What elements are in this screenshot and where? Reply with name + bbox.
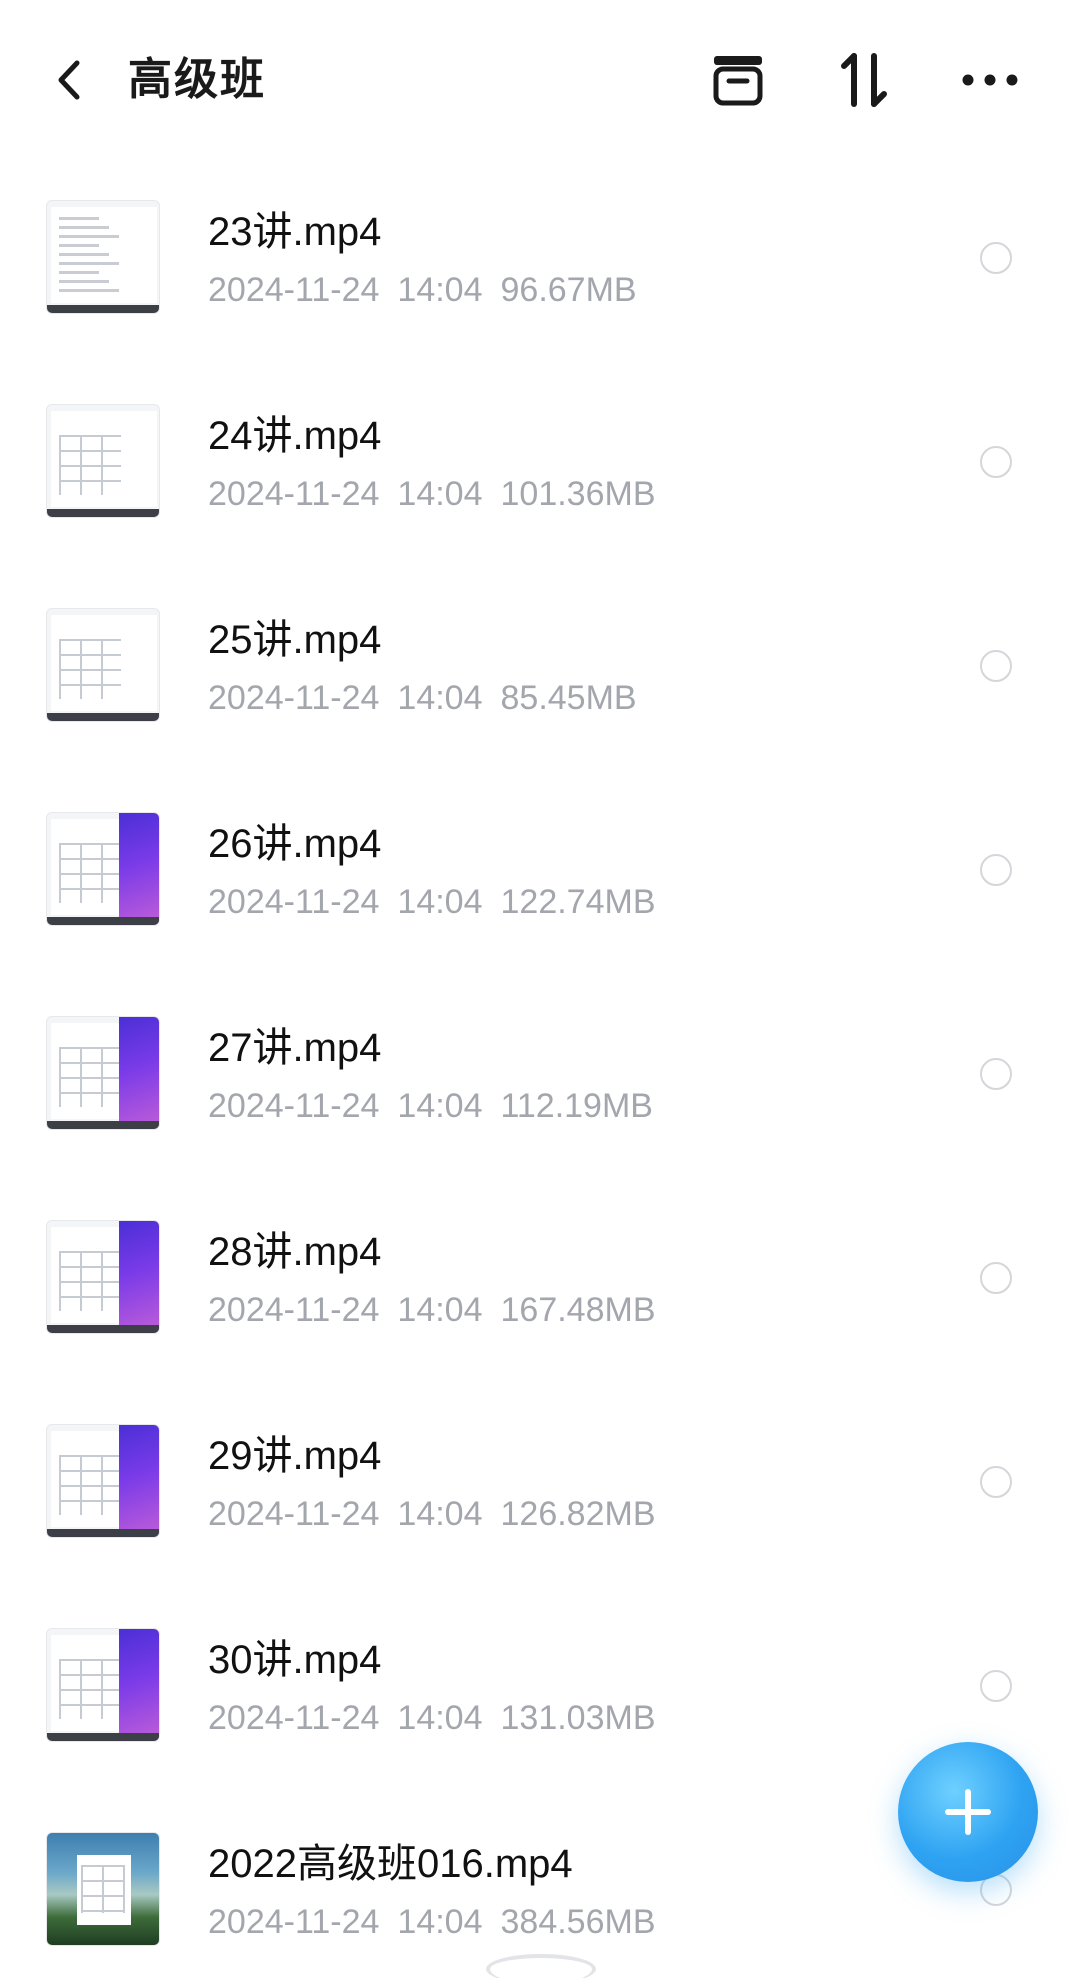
file-meta: 2024-11-24 14:04 384.56MB <box>208 1900 656 1944</box>
file-meta: 2024-11-24 14:04 126.82MB <box>208 1492 656 1536</box>
video-thumbnail <box>46 1832 160 1946</box>
file-row[interactable]: 27讲.mp4 2024-11-24 14:04 112.19MB <box>0 1016 1080 1220</box>
file-date: 2024-11-24 <box>208 1495 380 1533</box>
file-time: 14:04 <box>397 1291 483 1329</box>
top-app-bar: 高级班 <box>0 0 1080 160</box>
file-size: 122.74MB <box>500 883 656 921</box>
file-time: 14:04 <box>397 475 483 513</box>
select-checkbox[interactable] <box>980 1466 1012 1498</box>
file-date: 2024-11-24 <box>208 883 380 921</box>
video-thumbnail <box>46 1016 160 1130</box>
file-name: 28讲.mp4 <box>208 1230 382 1274</box>
video-thumbnail <box>46 608 160 722</box>
archive-box-icon <box>713 56 763 106</box>
file-name: 24讲.mp4 <box>208 414 382 458</box>
file-date: 2024-11-24 <box>208 271 380 309</box>
file-meta: 2024-11-24 14:04 112.19MB <box>208 1084 653 1128</box>
file-date: 2024-11-24 <box>208 1291 380 1329</box>
select-checkbox[interactable] <box>980 1058 1012 1090</box>
file-meta: 2024-11-24 14:04 131.03MB <box>208 1696 656 1740</box>
file-name: 2022高级班016.mp4 <box>208 1842 573 1886</box>
file-size: 96.67MB <box>500 271 637 309</box>
archive-button[interactable] <box>698 40 778 120</box>
home-indicator <box>486 1954 596 1978</box>
video-thumbnail <box>46 200 160 314</box>
select-checkbox[interactable] <box>980 854 1012 886</box>
select-checkbox[interactable] <box>980 1262 1012 1294</box>
file-row[interactable]: 25讲.mp4 2024-11-24 14:04 85.45MB <box>0 608 1080 812</box>
file-size: 384.56MB <box>500 1903 656 1941</box>
page-title: 高级班 <box>128 54 266 105</box>
video-thumbnail <box>46 812 160 926</box>
add-button[interactable] <box>898 1742 1038 1882</box>
file-size: 112.19MB <box>500 1087 653 1125</box>
file-size: 126.82MB <box>500 1495 656 1533</box>
back-button[interactable] <box>40 40 100 120</box>
file-row[interactable]: 26讲.mp4 2024-11-24 14:04 122.74MB <box>0 812 1080 1016</box>
file-meta: 2024-11-24 14:04 96.67MB <box>208 268 637 312</box>
file-date: 2024-11-24 <box>208 1699 380 1737</box>
file-name: 23讲.mp4 <box>208 210 382 254</box>
file-row[interactable]: 29讲.mp4 2024-11-24 14:04 126.82MB <box>0 1424 1080 1628</box>
file-size: 167.48MB <box>500 1291 656 1329</box>
file-row[interactable]: 24讲.mp4 2024-11-24 14:04 101.36MB <box>0 404 1080 608</box>
file-date: 2024-11-24 <box>208 1903 380 1941</box>
file-name: 29讲.mp4 <box>208 1434 382 1478</box>
plus-icon <box>945 1789 991 1835</box>
more-options-button[interactable] <box>950 40 1030 120</box>
file-time: 14:04 <box>397 1495 483 1533</box>
sort-arrows-icon <box>841 53 887 107</box>
select-checkbox[interactable] <box>980 242 1012 274</box>
file-row[interactable]: 28讲.mp4 2024-11-24 14:04 167.48MB <box>0 1220 1080 1424</box>
select-checkbox[interactable] <box>980 446 1012 478</box>
file-size: 101.36MB <box>500 475 656 513</box>
file-row[interactable]: 23讲.mp4 2024-11-24 14:04 96.67MB <box>0 200 1080 404</box>
file-time: 14:04 <box>397 883 483 921</box>
file-time: 14:04 <box>397 1087 483 1125</box>
file-date: 2024-11-24 <box>208 475 380 513</box>
video-thumbnail <box>46 404 160 518</box>
file-date: 2024-11-24 <box>208 679 380 717</box>
file-time: 14:04 <box>397 1699 483 1737</box>
video-thumbnail <box>46 1628 160 1742</box>
select-checkbox[interactable] <box>980 1670 1012 1702</box>
file-meta: 2024-11-24 14:04 101.36MB <box>208 472 656 516</box>
file-time: 14:04 <box>397 1903 483 1941</box>
file-time: 14:04 <box>397 679 483 717</box>
file-time: 14:04 <box>397 271 483 309</box>
chevron-left-icon <box>58 60 80 100</box>
file-browser-screen: 高级班 23讲.mp4 2024-11-24 14:04 96.67MB 24讲… <box>0 0 1080 1978</box>
file-size: 131.03MB <box>500 1699 656 1737</box>
file-meta: 2024-11-24 14:04 85.45MB <box>208 676 637 720</box>
sort-button[interactable] <box>824 40 904 120</box>
file-date: 2024-11-24 <box>208 1087 380 1125</box>
video-thumbnail <box>46 1424 160 1538</box>
file-name: 26讲.mp4 <box>208 822 382 866</box>
file-meta: 2024-11-24 14:04 167.48MB <box>208 1288 656 1332</box>
select-checkbox[interactable] <box>980 650 1012 682</box>
video-thumbnail <box>46 1220 160 1334</box>
file-name: 30讲.mp4 <box>208 1638 382 1682</box>
more-horizontal-icon <box>962 74 1018 86</box>
file-name: 25讲.mp4 <box>208 618 382 662</box>
file-meta: 2024-11-24 14:04 122.74MB <box>208 880 656 924</box>
file-size: 85.45MB <box>500 679 637 717</box>
file-name: 27讲.mp4 <box>208 1026 382 1070</box>
